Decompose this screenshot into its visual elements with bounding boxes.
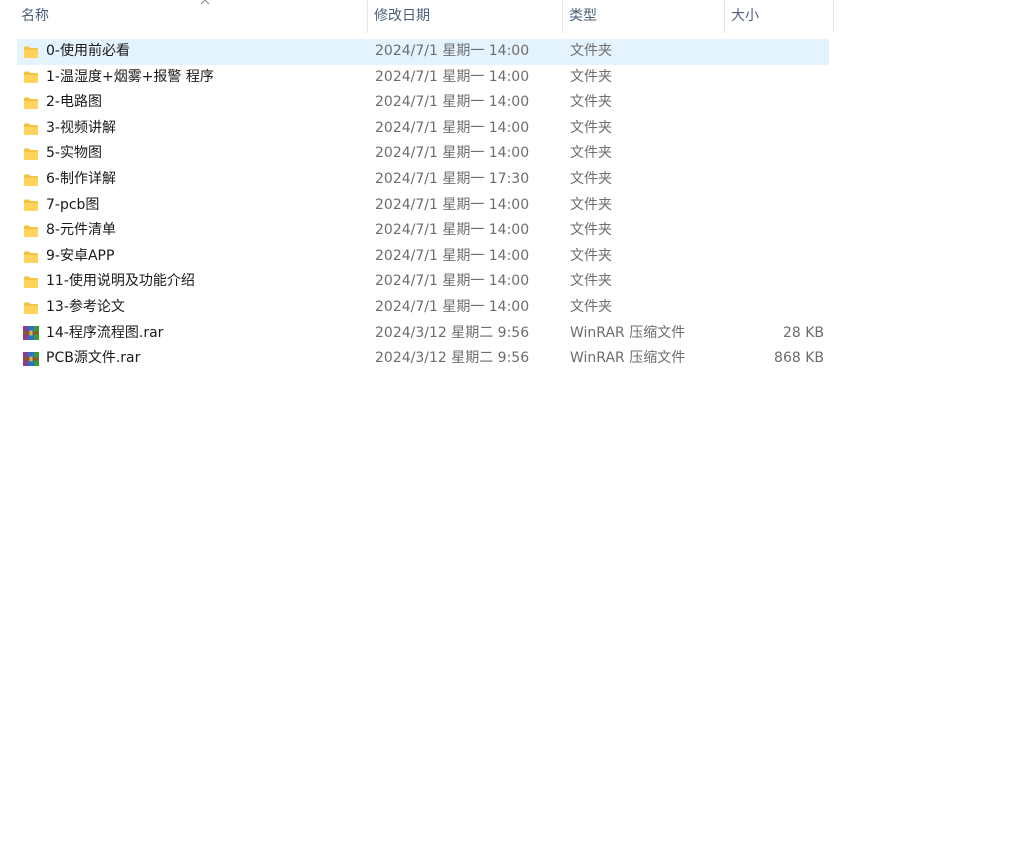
column-header-size-label: 大小 — [731, 8, 759, 24]
file-name: 0-使用前必看 — [46, 43, 130, 59]
file-row[interactable]: 9-安卓APP 2024/7/1 星期一 14:00 文件夹 — [17, 244, 829, 270]
file-row[interactable]: 3-视频讲解 2024/7/1 星期一 14:00 文件夹 — [17, 116, 829, 142]
file-name: 14-程序流程图.rar — [46, 324, 164, 341]
column-header-name[interactable]: 名称 — [15, 0, 368, 33]
file-row[interactable]: 2-电路图 2024/7/1 星期一 14:00 文件夹 — [17, 90, 829, 116]
file-type: 文件夹 — [570, 247, 612, 264]
file-size — [727, 295, 824, 321]
rar-archive-icon — [21, 321, 41, 347]
file-row[interactable]: 0-使用前必看 2024/7/1 星期一 14:00 文件夹 — [17, 39, 829, 65]
file-explorer-list-view: 名称 修改日期 类型 大小 0-使用前必看 2024/7/1 星期一 14:00 文… — [0, 0, 1024, 859]
file-row[interactable]: 5-实物图 2024/7/1 星期一 14:00 文件夹 — [17, 141, 829, 167]
file-size — [727, 141, 824, 167]
file-name: 6-制作详解 — [46, 170, 116, 187]
folder-icon — [21, 244, 41, 270]
file-size — [727, 90, 824, 116]
file-size — [727, 39, 824, 65]
file-modified-date: 2024/3/12 星期二 9:56 — [375, 324, 530, 341]
folder-icon — [21, 116, 41, 142]
file-name: 2-电路图 — [46, 94, 102, 111]
file-size — [727, 218, 824, 244]
file-list: 0-使用前必看 2024/7/1 星期一 14:00 文件夹 1-温湿度+烟雾+报警 … — [17, 39, 829, 372]
folder-icon — [21, 141, 41, 167]
file-row[interactable]: 7-pcb图 2024/7/1 星期一 14:00 文件夹 — [17, 193, 829, 219]
rar-archive-icon — [21, 346, 41, 372]
file-type: 文件夹 — [570, 43, 612, 59]
file-name: 11-使用说明及功能介绍 — [46, 273, 195, 290]
folder-icon — [21, 90, 41, 116]
file-type: 文件夹 — [570, 145, 612, 162]
file-type: 文件夹 — [570, 273, 612, 290]
file-modified-date: 2024/7/1 星期一 14:00 — [375, 43, 530, 59]
file-name: 5-实物图 — [46, 145, 102, 162]
file-type: 文件夹 — [570, 94, 612, 111]
file-row[interactable]: 6-制作详解 2024/7/1 星期一 17:30 文件夹 — [17, 167, 829, 193]
column-header-date[interactable]: 修改日期 — [368, 0, 563, 33]
file-size — [727, 116, 824, 142]
file-size: 868 KB — [774, 350, 824, 367]
column-header-name-label: 名称 — [21, 8, 49, 24]
file-name: 13-参考论文 — [46, 298, 125, 315]
file-modified-date: 2024/7/1 星期一 14:00 — [375, 247, 530, 264]
file-row[interactable]: 8-元件清单 2024/7/1 星期一 14:00 文件夹 — [17, 218, 829, 244]
column-header-bar: 名称 修改日期 类型 大小 — [0, 0, 834, 33]
folder-icon — [21, 218, 41, 244]
file-name: PCB源文件.rar — [46, 350, 141, 367]
file-row[interactable]: 13-参考论文 2024/7/1 星期一 14:00 文件夹 — [17, 295, 829, 321]
file-modified-date: 2024/7/1 星期一 14:00 — [375, 68, 530, 85]
file-row[interactable]: PCB源文件.rar 2024/3/12 星期二 9:56 WinRAR 压缩文件 8… — [17, 346, 829, 372]
file-type: 文件夹 — [570, 68, 612, 85]
folder-icon — [21, 295, 41, 321]
file-type: WinRAR 压缩文件 — [570, 350, 686, 367]
file-modified-date: 2024/7/1 星期一 14:00 — [375, 196, 530, 213]
file-type: 文件夹 — [570, 119, 612, 136]
sort-ascending-icon — [199, 0, 211, 6]
file-size — [727, 269, 824, 295]
file-modified-date: 2024/7/1 星期一 17:30 — [375, 170, 530, 187]
file-name: 1-温湿度+烟雾+报警 程序 — [46, 68, 214, 85]
column-header-type[interactable]: 类型 — [563, 0, 725, 33]
folder-icon — [21, 167, 41, 193]
folder-icon — [21, 65, 41, 91]
file-size: 28 KB — [782, 324, 824, 341]
file-modified-date: 2024/7/1 星期一 14:00 — [375, 119, 530, 136]
column-header-type-label: 类型 — [569, 8, 597, 24]
column-header-date-label: 修改日期 — [374, 8, 430, 24]
file-modified-date: 2024/7/1 星期一 14:00 — [375, 94, 530, 111]
file-size — [727, 167, 824, 193]
file-modified-date: 2024/7/1 星期一 14:00 — [375, 222, 530, 239]
column-header-size[interactable]: 大小 — [725, 0, 834, 33]
file-type: 文件夹 — [570, 170, 612, 187]
file-row[interactable]: 14-程序流程图.rar 2024/3/12 星期二 9:56 WinRAR 压缩文… — [17, 321, 829, 347]
file-size — [727, 193, 824, 219]
folder-icon — [21, 269, 41, 295]
file-size — [727, 244, 824, 270]
file-modified-date: 2024/7/1 星期一 14:00 — [375, 273, 530, 290]
file-row[interactable]: 1-温湿度+烟雾+报警 程序 2024/7/1 星期一 14:00 文件夹 — [17, 65, 829, 91]
file-type: WinRAR 压缩文件 — [570, 324, 686, 341]
file-type: 文件夹 — [570, 222, 612, 239]
file-type: 文件夹 — [570, 196, 612, 213]
file-modified-date: 2024/7/1 星期一 14:00 — [375, 298, 530, 315]
file-name: 9-安卓APP — [46, 247, 115, 264]
file-size — [727, 65, 824, 91]
folder-icon — [21, 193, 41, 219]
file-modified-date: 2024/7/1 星期一 14:00 — [375, 145, 530, 162]
file-name: 3-视频讲解 — [46, 119, 116, 136]
file-type: 文件夹 — [570, 298, 612, 315]
folder-icon — [21, 39, 41, 65]
file-modified-date: 2024/3/12 星期二 9:56 — [375, 350, 530, 367]
file-row[interactable]: 11-使用说明及功能介绍 2024/7/1 星期一 14:00 文件夹 — [17, 269, 829, 295]
file-name: 8-元件清单 — [46, 222, 116, 239]
file-name: 7-pcb图 — [46, 196, 100, 213]
